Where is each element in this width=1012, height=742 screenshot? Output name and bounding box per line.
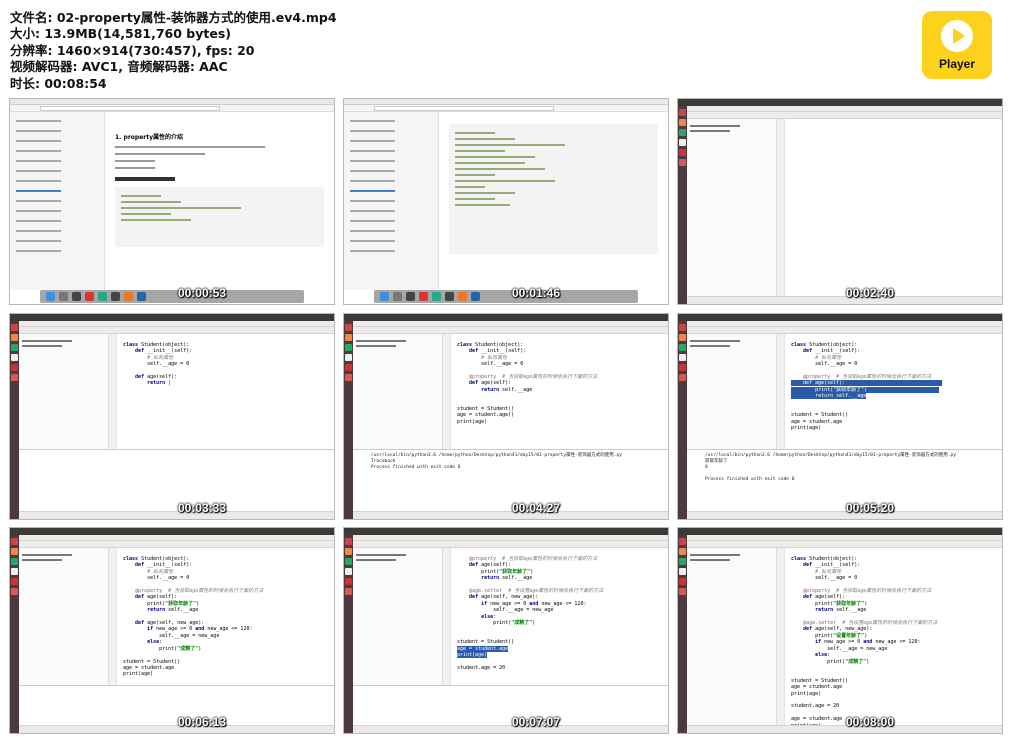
code-editor[interactable]: class Student(object): def __init__(self…	[777, 548, 1002, 729]
thumbnail-1[interactable]: 1. property属性的介绍 00:00:53	[9, 98, 335, 305]
toc-sidebar	[344, 112, 439, 290]
thumbnail-2[interactable]: 00:01:46	[343, 98, 669, 305]
run-command: /usr/local/bin/python3.6 /home/python/De…	[371, 453, 622, 458]
timestamp: 00:05:20	[845, 501, 894, 515]
file-name: 文件名: 02-property属性-装饰器方式的使用.ev4.mp4	[10, 10, 337, 25]
player-logo: Player	[922, 11, 992, 79]
mac-dock	[40, 290, 304, 303]
resolution: 分辨率: 1460×914(730:457), fps: 20	[10, 42, 255, 58]
run-finished: Process finished with exit code 0	[705, 477, 795, 482]
run-command: /usr/local/bin/python3.6 /home/python/De…	[705, 453, 956, 458]
timestamp: 00:04:27	[511, 501, 560, 515]
duration: 时长: 00:08:54	[10, 75, 107, 91]
mac-dock	[374, 290, 638, 303]
doc-heading: 1. property属性的介绍	[115, 134, 184, 141]
run-finished: Process finished with exit code 0	[371, 465, 461, 470]
timestamp: 00:07:07	[511, 715, 560, 729]
thumbnail-4[interactable]: class Student(object): def __init__(self…	[9, 313, 335, 520]
run-panel: /usr/local/bin/python3.6 /home/python/De…	[353, 449, 668, 511]
project-panel	[687, 119, 777, 296]
thumbnail-8[interactable]: @property # 当获取age属性的时候会执行下面的方法 def age(…	[343, 527, 669, 734]
file-size: 大小: 13.9MB(14,581,760 bytes)	[10, 26, 232, 42]
video-metadata: 文件名: 02-property属性-装饰器方式的使用.ev4.mp4 大小: …	[10, 10, 337, 92]
timestamp: 00:06:13	[177, 715, 226, 729]
play-icon	[941, 20, 973, 52]
toc-sidebar	[10, 112, 105, 290]
codec-info: 视频解码器: AVC1, 音频解码器: AAC	[10, 59, 228, 75]
timestamp: 00:00:53	[177, 286, 226, 300]
timestamp: 00:01:46	[511, 286, 560, 300]
thumbnail-9[interactable]: class Student(object): def __init__(self…	[677, 527, 1003, 734]
player-logo-label: Player	[938, 57, 976, 71]
run-panel: /usr/local/bin/python3.6 /home/python/De…	[687, 449, 1002, 511]
thumbnail-7[interactable]: class Student(object): def __init__(self…	[9, 527, 335, 734]
timestamp: 00:02:40	[845, 286, 894, 300]
thumbnail-6[interactable]: class Student(object): def __init__(self…	[677, 313, 1003, 520]
code-editor[interactable]	[777, 119, 1002, 296]
timestamp: 00:08:00	[845, 715, 894, 729]
timestamp: 00:03:33	[177, 501, 226, 515]
thumbnail-3[interactable]: 00:02:40	[677, 98, 1003, 305]
ubuntu-launcher	[678, 106, 687, 304]
thumbnail-5[interactable]: class Student(object): def __init__(self…	[343, 313, 669, 520]
